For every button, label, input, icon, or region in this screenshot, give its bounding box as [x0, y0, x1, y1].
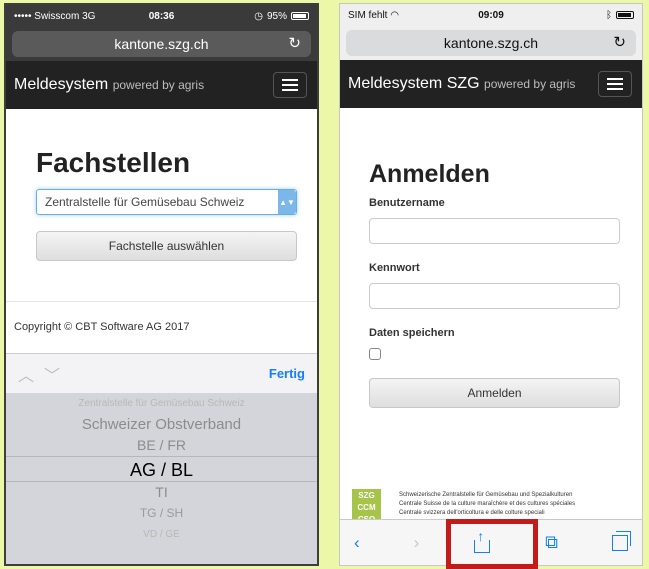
bookmarks-icon[interactable]: ⧉	[545, 532, 558, 553]
phone-screen-fachstellen: ••••• Swisscom 3G 08:36 ◷ 95% kantone.sz…	[4, 3, 319, 566]
chevron-up-icon[interactable]: ︿	[18, 362, 34, 386]
status-right: ◷ 95%	[254, 11, 309, 22]
carrier-label: SIM fehlt	[348, 9, 388, 21]
footer-text: Schweizerische Zentralstelle für Gemüseb…	[399, 491, 575, 518]
battery-percent: 95%	[266, 10, 287, 22]
chevron-down-icon[interactable]: ﹀	[44, 362, 60, 386]
alarm-icon: ◷	[254, 10, 263, 22]
address-bar[interactable]: kantone.szg.ch ↻	[346, 30, 636, 56]
url-text: kantone.szg.ch	[443, 35, 539, 51]
brand[interactable]: Meldesystem SZG powered by agris	[348, 75, 575, 93]
brand-title: Meldesystem SZG	[348, 75, 480, 92]
carrier-label: ••••• Swisscom 3G	[14, 10, 96, 22]
page-title: Fachstellen	[36, 147, 191, 178]
fachstelle-select[interactable]: Zentralstelle für Gemüsebau Schweiz ▲▼	[36, 189, 297, 215]
phone-screen-login: SIM fehlt ◠ 09:09 ᛒ kantone.szg.ch ↻ Mel…	[339, 3, 643, 566]
tabs-icon[interactable]	[611, 530, 631, 551]
option-picker-wheel[interactable]: Zentralstelle für Gemüsebau Schweiz Schw…	[6, 393, 317, 564]
navbar: Meldesystem powered by agris	[6, 61, 317, 109]
footer-line: Centrale Suisse de la culture maraîchère…	[399, 501, 576, 507]
forward-icon[interactable]: ›	[414, 533, 420, 553]
menu-toggle-button[interactable]	[598, 71, 632, 97]
reload-icon[interactable]: ↻	[288, 34, 301, 52]
select-fachstelle-button[interactable]: Fachstelle auswählen	[36, 231, 297, 261]
login-form: Anmelden Benutzername Kennwort Daten spe…	[340, 108, 642, 408]
brand-subtitle: powered by agris	[112, 78, 205, 92]
remember-checkbox[interactable]	[369, 348, 381, 360]
navbar: Meldesystem SZG powered by agris	[340, 60, 642, 108]
menu-icon-bar	[607, 83, 623, 85]
share-highlight-box	[446, 519, 538, 569]
reload-icon[interactable]: ↻	[613, 33, 626, 51]
picker-toolbar: ︿ ﹀ Fertig	[6, 353, 317, 393]
menu-icon-bar	[282, 84, 298, 86]
remember-label: Daten speichern	[369, 327, 455, 339]
status-left: SIM fehlt ◠	[348, 10, 399, 21]
picker-option[interactable]: BE / FR	[6, 435, 317, 456]
address-bar[interactable]: kantone.szg.ch ↻	[12, 31, 311, 57]
picker-option[interactable]: TG / SH	[6, 503, 317, 524]
brand-subtitle: powered by agris	[484, 77, 576, 91]
menu-icon-bar	[282, 79, 298, 81]
menu-icon-bar	[607, 88, 623, 90]
picker-option[interactable]: VD / GE	[6, 524, 317, 545]
url-text: kantone.szg.ch	[114, 36, 209, 52]
page-title: Anmelden	[369, 160, 490, 188]
footer-line: Centrale svizzera dell'orticoltura e del…	[399, 510, 545, 516]
picker-option[interactable]: Zentralstelle für Gemüsebau Schweiz	[6, 393, 317, 414]
bluetooth-icon: ᛒ	[606, 9, 612, 21]
logo-line: SZG	[358, 491, 375, 500]
status-bar: ••••• Swisscom 3G 08:36 ◷ 95%	[6, 5, 317, 27]
footer-line: Schweizerische Zentralstelle für Gemüseb…	[399, 492, 573, 498]
copyright-text: Copyright © CBT Software AG 2017	[14, 321, 190, 333]
select-value: Zentralstelle für Gemüsebau Schweiz	[45, 195, 245, 209]
password-label: Kennwort	[369, 262, 420, 274]
status-right: ᛒ	[606, 10, 634, 21]
menu-toggle-button[interactable]	[273, 72, 307, 98]
status-time: 09:09	[478, 9, 504, 21]
battery-icon	[291, 12, 309, 20]
picker-option[interactable]: Schweizer Obstverband	[6, 414, 317, 435]
status-time: 08:36	[148, 10, 175, 22]
brand[interactable]: Meldesystem powered by agris	[14, 76, 204, 94]
main-content: Fachstellen Zentralstelle für Gemüsebau …	[6, 109, 317, 261]
battery-icon	[616, 11, 634, 19]
username-label: Benutzername	[369, 197, 445, 209]
select-arrow-icon: ▲▼	[278, 190, 296, 214]
picker-option-selected[interactable]: AG / BL	[6, 456, 317, 482]
logo-line: CCM	[357, 503, 376, 512]
wifi-icon: ◠	[390, 9, 399, 21]
status-bar: SIM fehlt ◠ 09:09 ᛒ	[340, 4, 642, 26]
picker-nav-arrows: ︿ ﹀	[18, 362, 60, 386]
picker-done-button[interactable]: Fertig	[269, 366, 305, 381]
address-bar-container: kantone.szg.ch ↻	[6, 27, 317, 61]
address-bar-container: kantone.szg.ch ↻	[340, 26, 642, 60]
brand-title: Meldesystem	[14, 76, 109, 93]
username-input[interactable]	[369, 218, 620, 244]
login-button[interactable]: Anmelden	[369, 378, 620, 408]
password-input[interactable]	[369, 283, 620, 309]
back-icon[interactable]: ‹	[354, 533, 360, 553]
menu-icon-bar	[607, 78, 623, 80]
picker-option[interactable]: TI	[6, 482, 317, 503]
menu-icon-bar	[282, 89, 298, 91]
divider	[6, 301, 317, 302]
